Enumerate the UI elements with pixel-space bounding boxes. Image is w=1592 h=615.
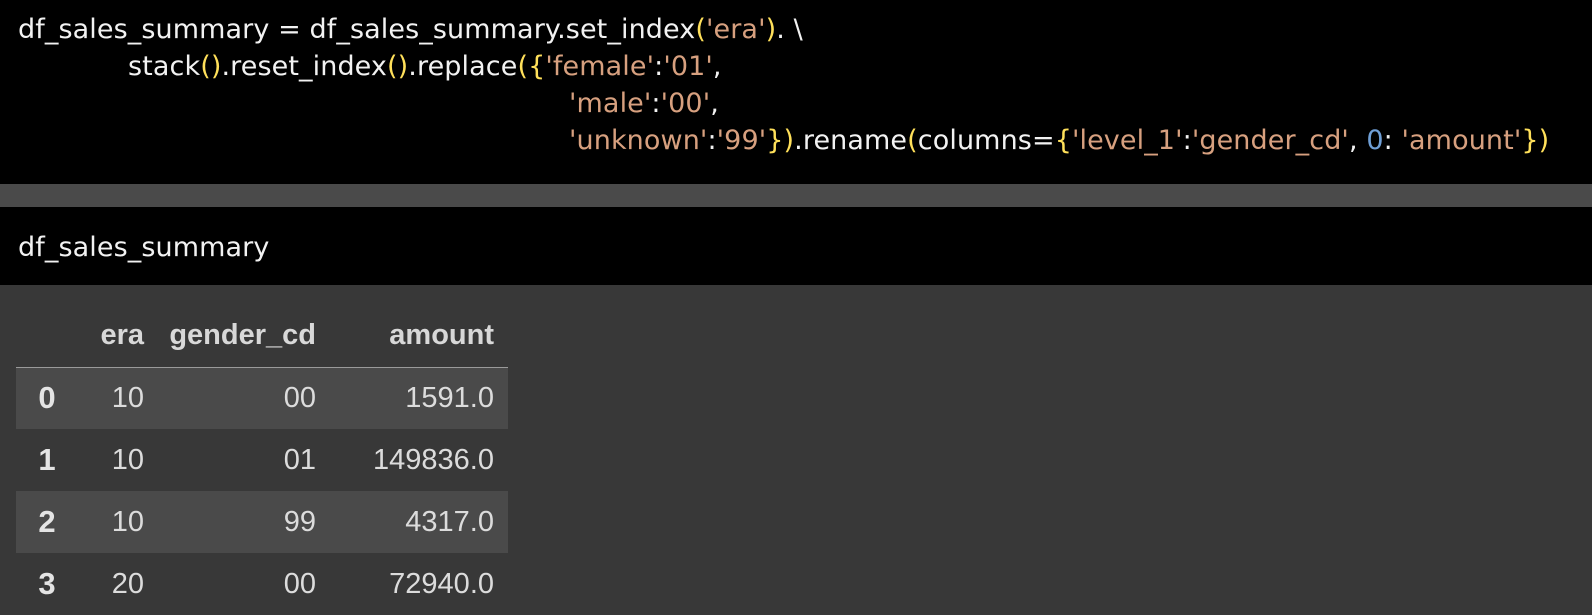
code-token: , — [712, 51, 722, 82]
code-token: df_sales_summary = df_sales_summary.set_… — [18, 14, 696, 45]
code-token: : — [1383, 125, 1402, 156]
table-row: 1 10 01 149836.0 — [16, 429, 508, 491]
code-token: ( — [907, 125, 918, 156]
code-token: }) — [1521, 125, 1550, 156]
column-header-index — [16, 305, 78, 368]
row-index: 3 — [38, 566, 56, 601]
code-line-1: df_sales_summary = df_sales_summary.set_… — [18, 11, 803, 49]
display-code-line: df_sales_summary — [18, 232, 270, 263]
code-token: 'amount' — [1401, 125, 1522, 156]
row-index: 2 — [38, 504, 56, 539]
cell-era: 20 — [111, 567, 144, 600]
code-token: ( — [695, 14, 706, 45]
code-token: columns= — [917, 125, 1055, 156]
cell-amount: 149836.0 — [373, 443, 494, 476]
table-row: 2 10 99 4317.0 — [16, 491, 508, 553]
code-token: .rename — [794, 125, 908, 156]
code-token: , — [1348, 125, 1367, 156]
code-token: 'female' — [545, 51, 655, 82]
code-token: 0 — [1366, 125, 1384, 156]
code-token: ({ — [517, 51, 546, 82]
row-index: 1 — [38, 442, 56, 477]
cell-amount: 72940.0 — [389, 567, 494, 600]
code-line-3: 'male':'00', — [569, 85, 719, 123]
code-token: 'male' — [569, 88, 652, 119]
code-token: : — [654, 51, 664, 82]
column-header-gender-cd: gender_cd — [158, 305, 330, 368]
code-token: { — [1054, 125, 1072, 156]
cell-gender-cd: 00 — [283, 567, 316, 600]
table-header-row: era gender_cd amount — [16, 305, 508, 368]
code-token: : — [1182, 125, 1192, 156]
cell-gender-cd: 99 — [283, 505, 316, 538]
code-token: .replace — [408, 51, 518, 82]
cell-amount: 1591.0 — [405, 381, 494, 414]
code-token: . \ — [776, 14, 803, 45]
code-token: '99' — [716, 125, 767, 156]
row-index: 0 — [38, 380, 56, 416]
code-token: : — [707, 125, 717, 156]
code-token: .reset_index — [221, 51, 388, 82]
dataframe-table: era gender_cd amount 0 10 00 1591.0 1 10… — [16, 305, 508, 615]
cell-era: 10 — [111, 443, 144, 476]
code-line-4: 'unknown':'99'}).rename(columns={'level_… — [569, 122, 1549, 160]
code-line-2: stack().reset_index().replace({'female':… — [128, 48, 722, 86]
code-token: ) — [765, 14, 777, 45]
column-header-era: era — [78, 305, 158, 368]
code-token: }) — [766, 125, 795, 156]
code-token: 'era' — [705, 14, 766, 45]
code-token: () — [200, 51, 222, 82]
table-row: 3 20 00 72940.0 — [16, 553, 508, 615]
cell-era: 10 — [111, 381, 144, 414]
cell-separator — [0, 184, 1592, 207]
code-cell-reshape[interactable]: df_sales_summary = df_sales_summary.set_… — [0, 0, 1592, 184]
cell-gender-cd: 01 — [283, 443, 316, 476]
cell-output: era gender_cd amount 0 10 00 1591.0 1 10… — [0, 285, 1592, 615]
column-header-amount: amount — [330, 305, 508, 368]
code-token: () — [387, 51, 409, 82]
code-token: 'unknown' — [569, 125, 708, 156]
cell-gender-cd: 00 — [283, 381, 316, 414]
code-token: : — [651, 88, 661, 119]
code-token: , — [710, 88, 719, 119]
code-token: 'level_1' — [1071, 125, 1183, 156]
cell-amount: 4317.0 — [405, 505, 494, 538]
code-token: 'gender_cd' — [1191, 125, 1349, 156]
table-row: 0 10 00 1591.0 — [16, 367, 508, 429]
code-token: '00' — [660, 88, 711, 119]
cell-era: 10 — [111, 505, 144, 538]
code-token: '01' — [663, 51, 713, 82]
code-token: stack — [128, 51, 201, 82]
code-cell-display[interactable]: df_sales_summary — [0, 207, 1592, 285]
